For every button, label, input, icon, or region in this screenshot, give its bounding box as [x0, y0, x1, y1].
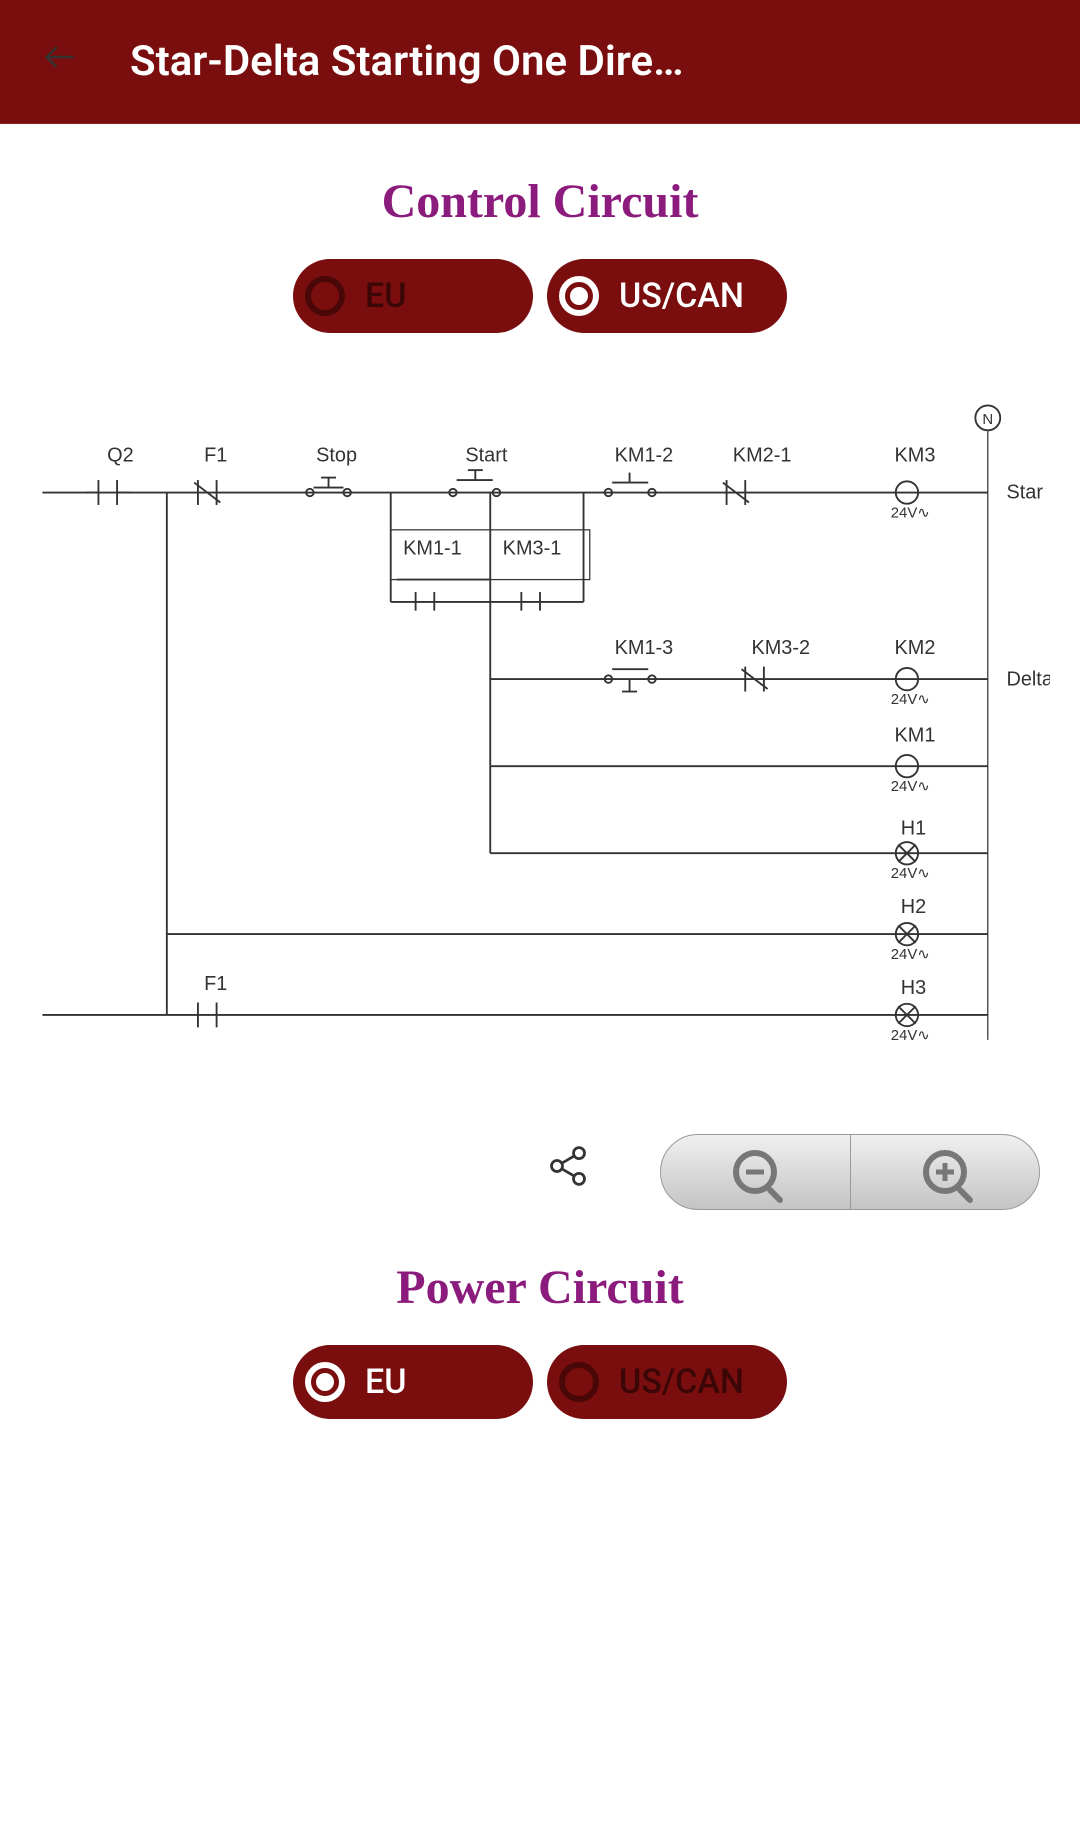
svg-text:Stop: Stop: [316, 444, 357, 466]
svg-text:Delta: Delta: [1006, 668, 1050, 690]
svg-text:24V∿: 24V∿: [891, 778, 930, 795]
svg-text:KM1-1: KM1-1: [403, 538, 462, 560]
zoom-in-button[interactable]: [851, 1135, 1040, 1209]
control-eu-label: EU: [365, 276, 406, 316]
radio-on-icon: [305, 1362, 345, 1402]
svg-text:KM1-2: KM1-2: [615, 444, 674, 466]
back-button[interactable]: [20, 25, 100, 99]
radio-off-icon: [559, 1362, 599, 1402]
svg-text:24V∿: 24V∿: [891, 1027, 930, 1044]
svg-text:F1: F1: [204, 444, 227, 466]
power-eu-option[interactable]: EU: [293, 1345, 533, 1419]
power-toggle-row: EU US/CAN: [0, 1345, 1080, 1419]
svg-text:KM2: KM2: [895, 637, 936, 659]
radio-off-icon: [305, 276, 345, 316]
svg-text:24V∿: 24V∿: [891, 504, 930, 521]
control-diagram: N Q2 F1 Stop Start KM1-2 KM2-1 KM3 24V∿ …: [0, 373, 1080, 1114]
zoom-control: [660, 1134, 1040, 1210]
zoom-in-icon: [923, 1150, 967, 1194]
zoom-out-icon: [733, 1150, 777, 1194]
power-heading: Power Circuit: [0, 1260, 1080, 1315]
zoom-out-button[interactable]: [661, 1135, 851, 1209]
svg-text:H1: H1: [901, 818, 926, 840]
share-button[interactable]: [546, 1144, 590, 1199]
svg-text:24V∿: 24V∿: [891, 691, 930, 708]
svg-text:KM1: KM1: [895, 724, 936, 746]
power-us-label: US/CAN: [619, 1362, 744, 1402]
power-eu-label: EU: [365, 1362, 406, 1402]
svg-text:F1: F1: [204, 973, 227, 995]
svg-text:KM3: KM3: [895, 444, 936, 466]
svg-text:24V∿: 24V∿: [891, 946, 930, 963]
radio-on-icon: [559, 276, 599, 316]
svg-text:Start: Start: [465, 444, 507, 466]
svg-text:KM3-1: KM3-1: [503, 538, 562, 560]
control-us-option[interactable]: US/CAN: [547, 259, 787, 333]
svg-text:H3: H3: [901, 977, 926, 999]
svg-text:H2: H2: [901, 896, 926, 918]
control-eu-option[interactable]: EU: [293, 259, 533, 333]
svg-text:Q2: Q2: [107, 444, 134, 466]
svg-text:KM3-2: KM3-2: [751, 637, 810, 659]
control-heading: Control Circuit: [0, 174, 1080, 229]
page-title: Star-Delta Starting One Dire…: [130, 37, 684, 86]
power-us-option[interactable]: US/CAN: [547, 1345, 787, 1419]
svg-text:N: N: [982, 411, 993, 428]
svg-text:KM2-1: KM2-1: [733, 444, 792, 466]
svg-text:24V∿: 24V∿: [891, 865, 930, 882]
svg-text:Star: Star: [1006, 482, 1043, 504]
control-toggle-row: EU US/CAN: [0, 259, 1080, 333]
control-us-label: US/CAN: [619, 276, 744, 316]
svg-text:KM1-3: KM1-3: [615, 637, 674, 659]
